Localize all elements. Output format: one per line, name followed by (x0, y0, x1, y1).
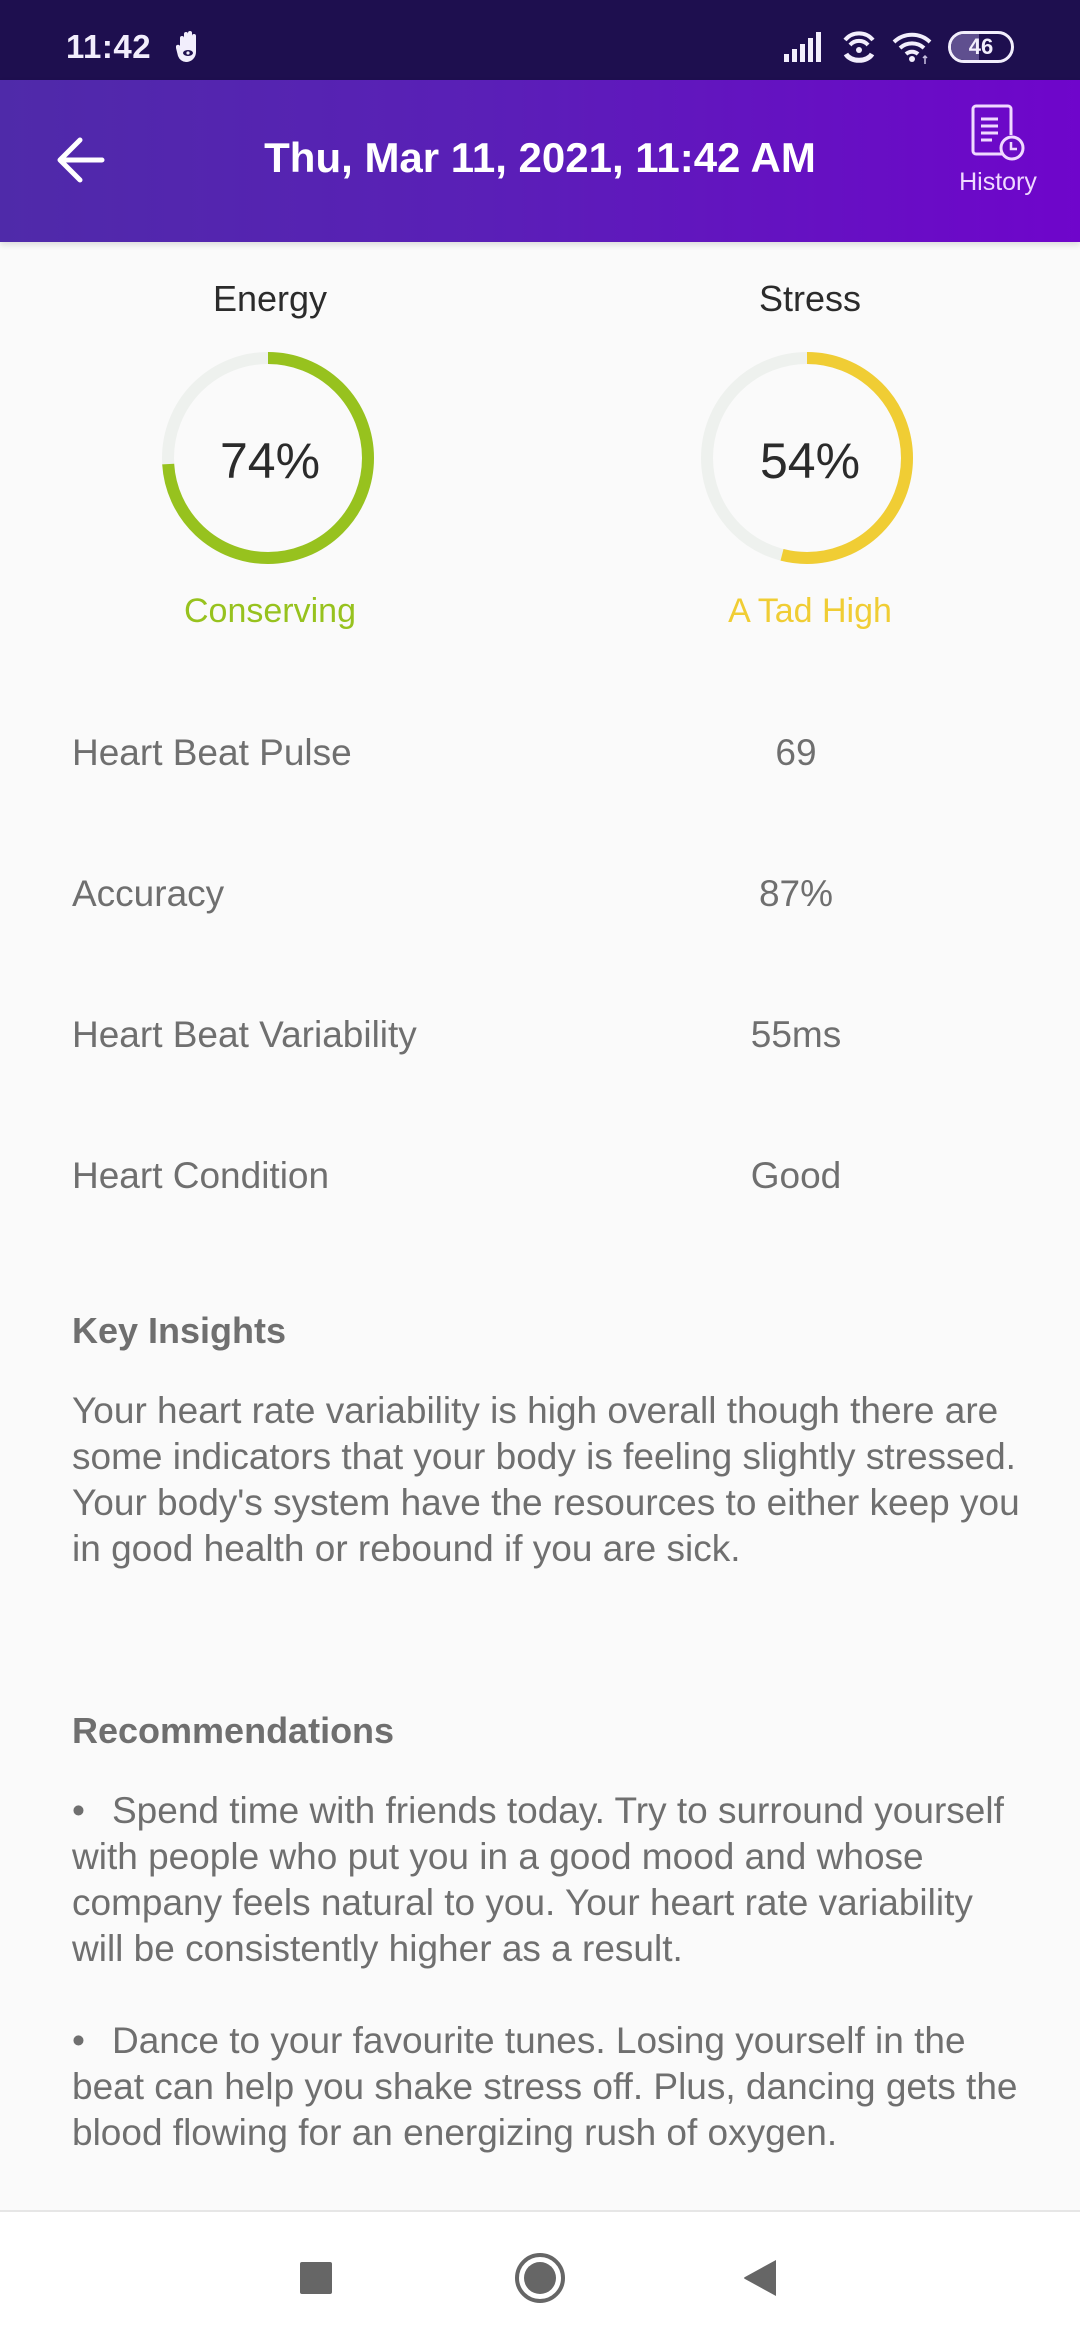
home-button[interactable] (500, 2242, 580, 2314)
hotspot-icon (842, 30, 876, 64)
stress-gauge: Stress 54% A Tad High (540, 242, 1080, 662)
gauge-value: 54% (759, 433, 861, 489)
recommendation-item: • Spend time with friends today. Try to s… (72, 1788, 1032, 1972)
app-header: Thu, Mar 11, 2021, 11:42 AM History (0, 80, 1080, 242)
metric-value: 69 (775, 732, 817, 773)
metric-value: 55ms (750, 1014, 842, 1055)
page-title: Thu, Mar 11, 2021, 11:42 AM (264, 134, 816, 181)
status-time: 11:42 (66, 28, 152, 65)
bullet: • (72, 1790, 85, 1831)
battery-level: 46 (968, 34, 994, 59)
status-icons: 46 (784, 30, 1014, 64)
system-nav-bar (0, 2210, 1080, 2340)
gauge-value: 74% (219, 433, 321, 489)
wifi-icon (892, 30, 932, 64)
hand-eye-icon (175, 30, 200, 64)
triangle-back-icon (744, 2260, 776, 2296)
metric-label: Heart Condition (72, 1155, 330, 1196)
recommendation-item: • Dance to your favourite tunes. Losing y… (72, 2018, 1032, 2156)
document-clock-icon (971, 104, 1025, 161)
metric-label: Heart Beat Pulse (72, 732, 352, 773)
metric-label: Heart Beat Variability (72, 1014, 417, 1055)
metric-row-heart-beat-variability: Heart Beat Variability 55ms (0, 966, 1080, 1107)
recommendations-title: Recommendations (72, 1710, 395, 1751)
key-insights-title: Key Insights (72, 1310, 287, 1351)
battery-indicator: 46 (948, 31, 1014, 63)
gauge-title: Energy (212, 278, 328, 319)
metrics-list: Heart Beat Pulse 69 Accuracy 87% Heart B… (0, 684, 1080, 1248)
metric-row-heart-beat-pulse: Heart Beat Pulse 69 (0, 684, 1080, 825)
gauges-section: Energy 74% Conserving Stress 54% A Tad H… (0, 242, 1080, 662)
circle-icon (515, 2253, 565, 2303)
nav-back-button[interactable] (720, 2242, 800, 2314)
signal-icon (784, 32, 826, 62)
gauge-status: Conserving (184, 592, 356, 630)
metric-value: 87% (758, 873, 834, 914)
gauge-status: A Tad High (728, 592, 892, 630)
metric-row-accuracy: Accuracy 87% (0, 825, 1080, 966)
metric-value: Good (750, 1155, 842, 1196)
square-icon (300, 2262, 332, 2294)
key-insights-text: Your heart rate variability is high over… (72, 1390, 1020, 1569)
gauge-title: Stress (758, 278, 862, 319)
metric-label: Accuracy (72, 873, 225, 914)
bullet: • (72, 2020, 85, 2061)
recommendation-text: Dance to your favourite tunes. Losing yo… (72, 2020, 1018, 2153)
history-button[interactable]: History (938, 104, 1058, 214)
energy-gauge: Energy 74% Conserving (0, 242, 540, 662)
metric-row-heart-condition: Heart Condition Good (0, 1107, 1080, 1248)
history-label: History (959, 168, 1037, 196)
recommendation-text: Spend time with friends today. Try to su… (72, 1790, 1004, 1969)
recents-button[interactable] (276, 2242, 356, 2314)
status-bar: 11:42 46 (0, 0, 1080, 80)
